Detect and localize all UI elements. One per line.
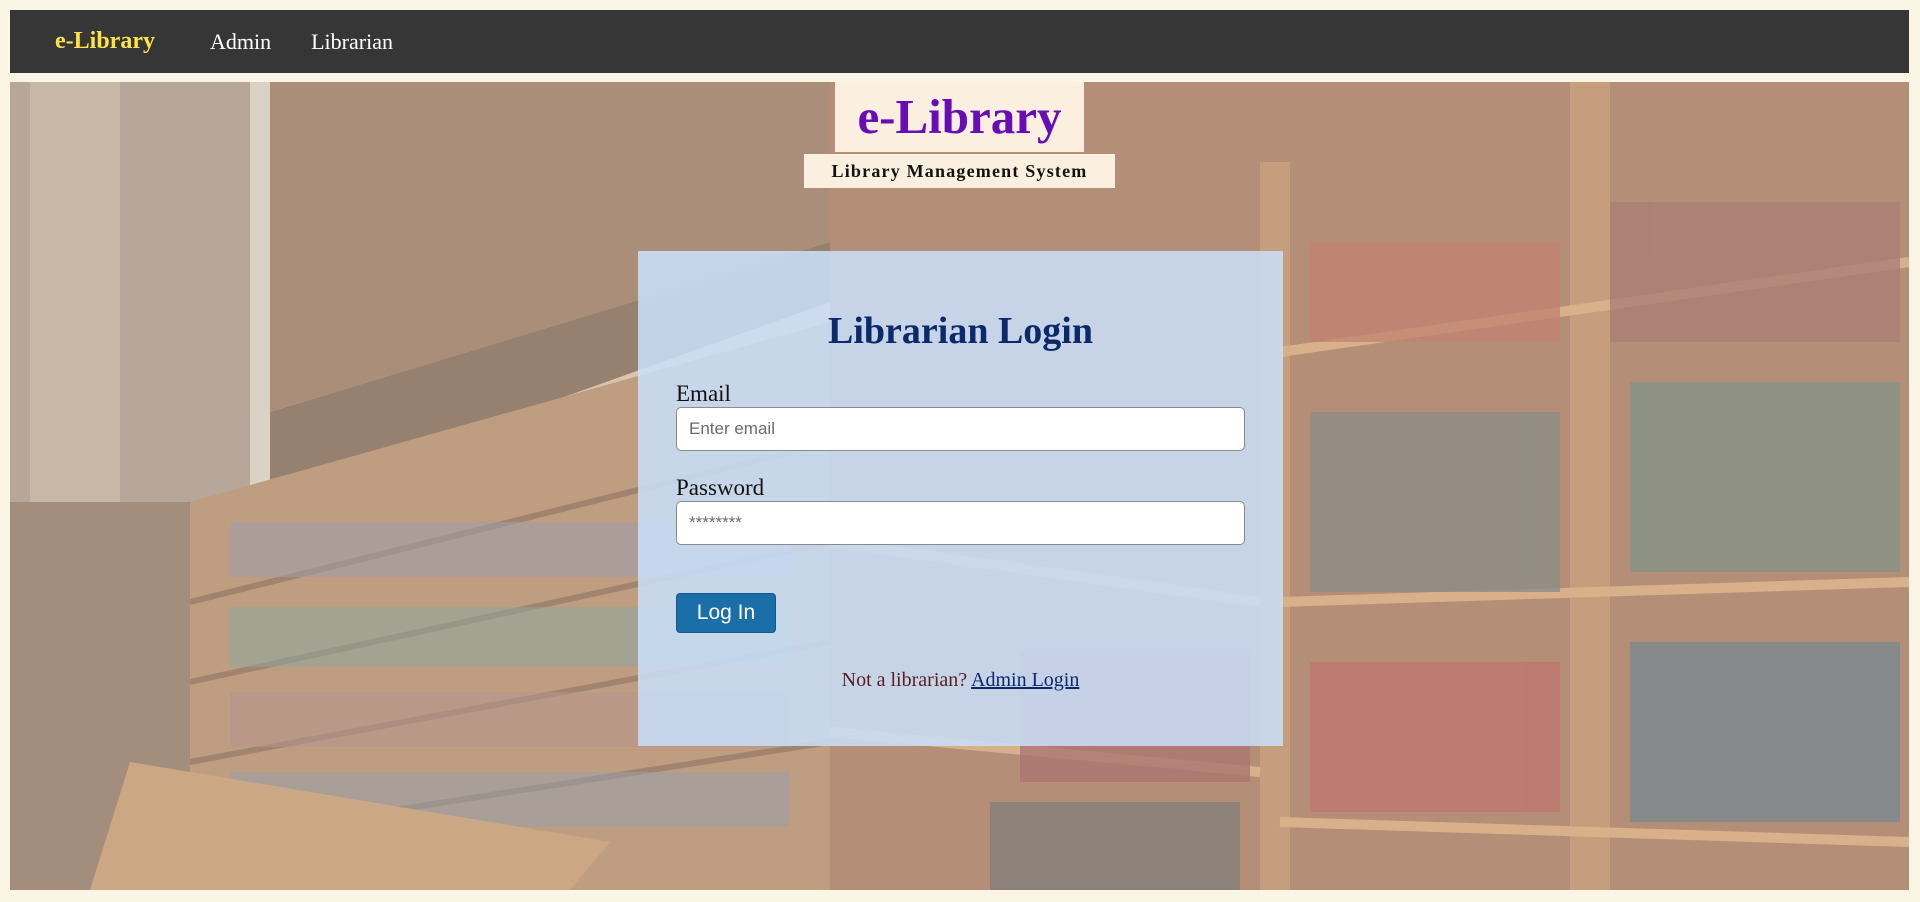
admin-login-link[interactable]: Admin Login: [971, 669, 1079, 691]
site-subtitle-banner: Library Management System: [804, 154, 1115, 188]
password-field[interactable]: [676, 501, 1245, 545]
site-title-banner: e-Library: [835, 82, 1084, 152]
login-heading: Librarian Login: [828, 310, 1093, 352]
footer-text: Not a librarian?: [841, 669, 968, 691]
library-background: e-Library Library Management System Libr…: [10, 82, 1909, 890]
login-button[interactable]: Log In: [676, 593, 776, 633]
admin-login-prompt: Not a librarian? Admin Login: [676, 669, 1245, 692]
email-label: Email: [676, 381, 731, 406]
login-card: Librarian Login Email Password Log In No…: [638, 251, 1283, 746]
site-title: e-Library: [857, 89, 1062, 144]
nav-link-admin[interactable]: Admin: [210, 29, 271, 55]
password-label: Password: [676, 475, 765, 500]
site-subtitle: Library Management System: [831, 161, 1088, 181]
top-navbar: e-Library Admin Librarian: [10, 10, 1909, 73]
email-field[interactable]: [676, 407, 1245, 451]
nav-link-librarian[interactable]: Librarian: [311, 29, 393, 55]
brand-link[interactable]: e-Library: [55, 28, 155, 55]
